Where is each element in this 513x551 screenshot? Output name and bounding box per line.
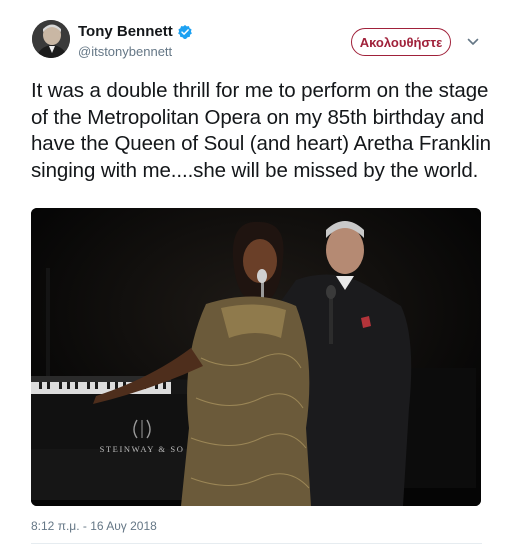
- follow-button[interactable]: Ακολουθήστε: [351, 28, 451, 56]
- tweet-photo[interactable]: STEINWAY & SO: [31, 208, 481, 506]
- avatar[interactable]: [32, 20, 70, 58]
- tweet-timestamp[interactable]: 8:12 π.μ. - 16 Αυγ 2018: [31, 519, 157, 533]
- chevron-down-icon[interactable]: [466, 35, 480, 49]
- verified-badge-icon: [177, 24, 192, 39]
- tweet-text: It was a double thrill for me to perform…: [31, 79, 491, 182]
- user-handle[interactable]: @itstonybennett: [78, 44, 172, 59]
- tweet-card: Tony Bennett @itstonybennett Ακολουθήστε…: [0, 0, 513, 551]
- user-name[interactable]: Tony Bennett: [78, 23, 173, 40]
- user-name-row: Tony Bennett: [78, 23, 193, 40]
- avatar-image: [32, 20, 70, 58]
- piano-brand-text: STEINWAY & SO: [100, 444, 185, 454]
- divider: [31, 543, 482, 544]
- photo-image: STEINWAY & SO: [31, 208, 481, 506]
